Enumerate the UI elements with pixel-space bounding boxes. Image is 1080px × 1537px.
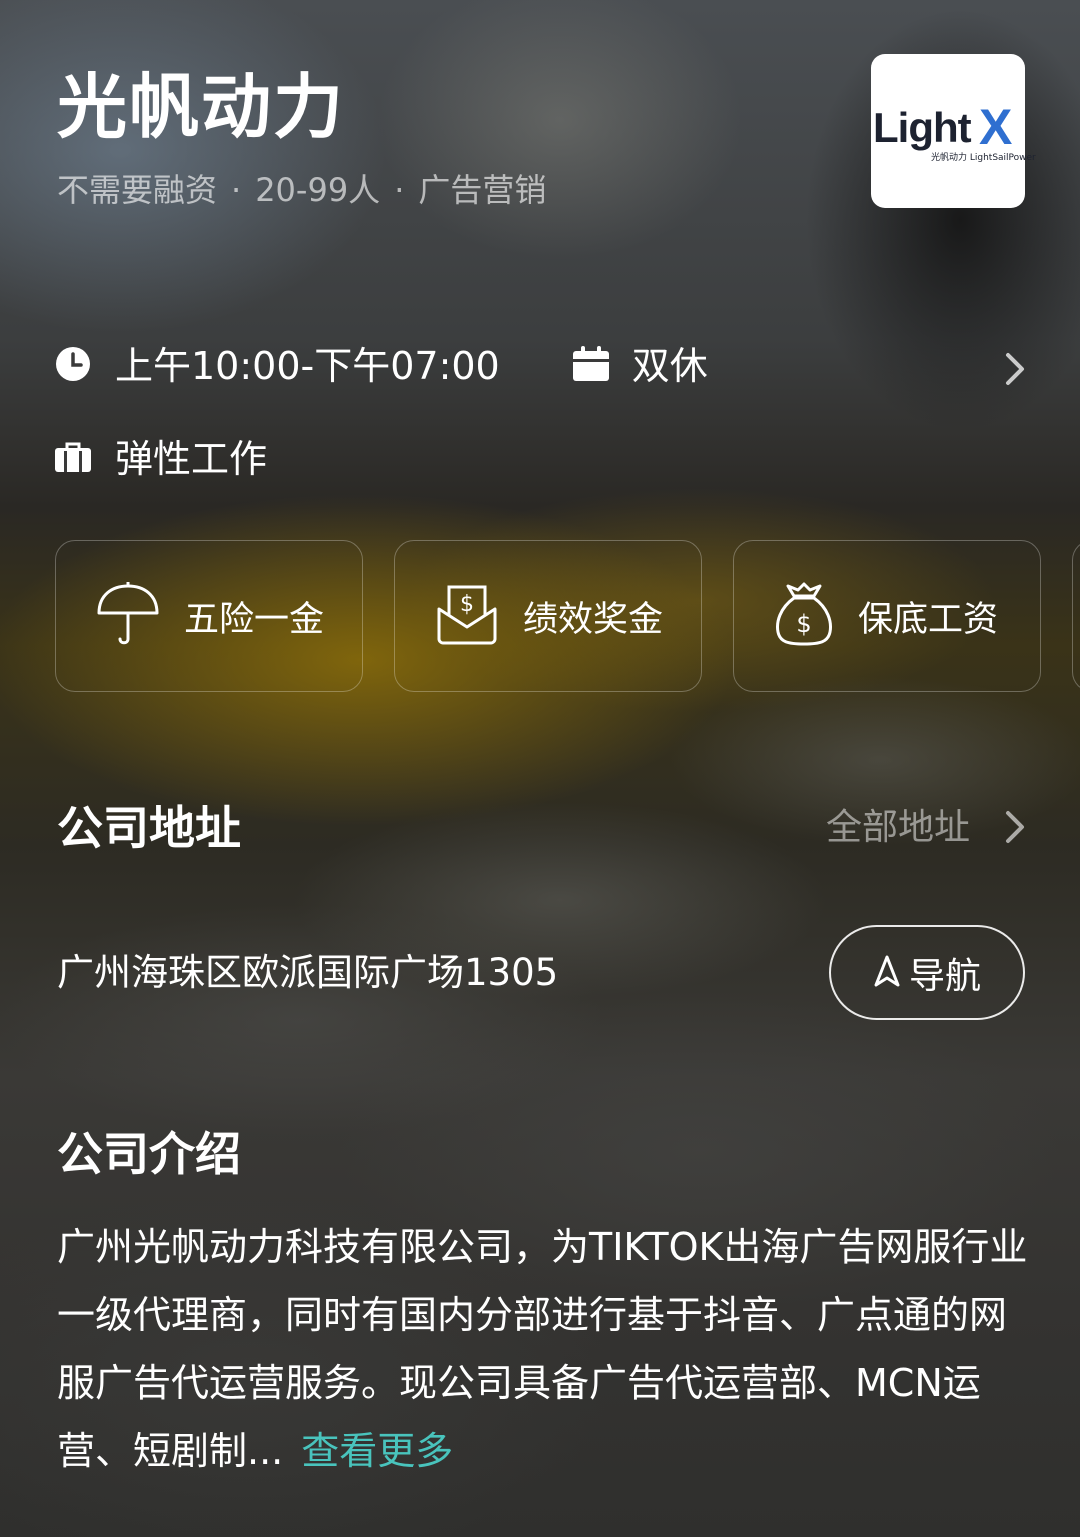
- chevron-right-icon[interactable]: [1003, 809, 1027, 849]
- money-envelope-icon: $: [435, 583, 499, 649]
- umbrella-icon: [96, 581, 160, 651]
- company-industry: 广告营销: [418, 171, 547, 209]
- see-more-link[interactable]: 查看更多: [301, 1429, 453, 1473]
- separator: ·: [394, 171, 405, 209]
- logo-x-mark: X: [979, 99, 1013, 155]
- benefit-label: 五险一金: [184, 599, 325, 640]
- company-intro: 广州光帆动力科技有限公司，为TIKTOK出海广告网服行业一级代理商，同时有国内分…: [57, 1213, 1037, 1485]
- navigate-button[interactable]: 导航: [829, 925, 1025, 1020]
- logo-wordmark: Light: [873, 104, 972, 151]
- company-meta: 不需要融资 · 20-99人 · 广告营销: [57, 168, 546, 212]
- work-info-row[interactable]: 上午10:00-下午07:00 双休: [55, 341, 708, 391]
- company-logo[interactable]: Light X 光帆动力 LightSailPower: [871, 54, 1036, 208]
- calendar-icon: [572, 346, 610, 386]
- benefit-card-partial[interactable]: [1072, 540, 1080, 692]
- company-name: 光帆动力: [57, 66, 345, 148]
- benefit-card[interactable]: 五险一金: [55, 540, 363, 692]
- separator: ·: [231, 171, 242, 209]
- financing-stage: 不需要融资: [57, 171, 218, 209]
- benefit-label: 保底工资: [858, 599, 999, 640]
- briefcase-icon: [55, 441, 91, 477]
- all-addresses-link[interactable]: 全部地址: [826, 804, 970, 852]
- intro-text: 广州光帆动力科技有限公司，为TIKTOK出海广告网服行业一级代理商，同时有国内分…: [57, 1225, 1028, 1473]
- benefit-label: 绩效奖金: [523, 599, 664, 640]
- benefit-card[interactable]: $ 绩效奖金: [394, 540, 702, 692]
- svg-text:$: $: [460, 592, 474, 617]
- navigation-arrow-icon: [873, 954, 901, 992]
- company-address: 广州海珠区欧派国际广场1305: [57, 951, 559, 994]
- company-size: 20-99人: [255, 171, 381, 209]
- svg-text:$: $: [796, 610, 811, 638]
- logo-subtext: 光帆动力 LightSailPower: [931, 153, 1036, 163]
- money-bag-icon: $: [774, 582, 834, 650]
- benefit-card[interactable]: $ 保底工资: [733, 540, 1041, 692]
- address-section-title: 公司地址: [57, 801, 241, 855]
- rest-schedule: 双休: [631, 344, 708, 388]
- clock-icon: [55, 346, 91, 386]
- intro-section-title: 公司介绍: [57, 1127, 241, 1181]
- navigate-label: 导航: [908, 955, 981, 997]
- work-hours: 上午10:00-下午07:00: [115, 344, 500, 388]
- work-mode-row: 弹性工作: [55, 434, 267, 484]
- work-mode: 弹性工作: [115, 437, 268, 481]
- chevron-right-icon[interactable]: [1003, 351, 1027, 391]
